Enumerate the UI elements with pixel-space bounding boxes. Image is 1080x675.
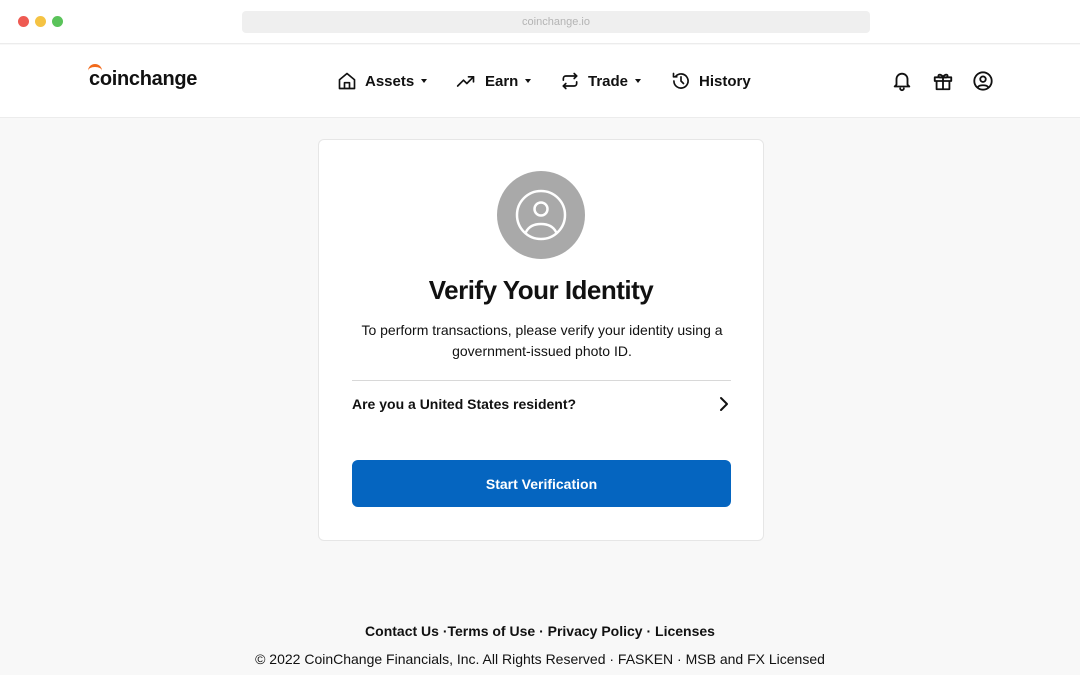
us-resident-row[interactable]: Are you a United States resident? — [352, 386, 731, 422]
nav-earn-label: Earn — [485, 72, 519, 90]
nav-assets-label: Assets — [365, 72, 415, 90]
nav-trade-label: Trade — [588, 72, 629, 90]
swap-icon — [562, 72, 578, 90]
footer-separator: · — [539, 623, 544, 639]
gift-icon[interactable] — [932, 70, 954, 92]
nav-trade[interactable]: Trade — [560, 69, 642, 93]
footer-link-terms[interactable]: Terms of Use — [448, 623, 536, 639]
history-icon — [672, 72, 689, 89]
window-close-button[interactable] — [18, 16, 29, 27]
window-maximize-button[interactable] — [52, 16, 63, 27]
footer-link-licenses[interactable]: Licenses — [655, 623, 715, 639]
top-navbar: coinchange Assets Earn Trade History — [0, 45, 1080, 118]
us-resident-label: Are you a United States resident? — [352, 396, 577, 412]
footer-links: Contact Us ·Terms of Use · Privacy Polic… — [0, 623, 1080, 639]
chevron-down-icon — [421, 79, 428, 83]
browser-titlebar: coinchange.io — [0, 0, 1080, 44]
page-title: Verify Your Identity — [428, 275, 654, 305]
verify-description: To perform transactions, please verify y… — [361, 322, 723, 359]
footer-link-privacy[interactable]: Privacy Policy — [548, 623, 643, 639]
chevron-right-icon — [720, 397, 728, 411]
chevron-down-icon — [525, 79, 532, 83]
nav-history[interactable]: History — [671, 69, 751, 93]
bell-icon[interactable] — [891, 70, 913, 92]
url-bar[interactable]: coinchange.io — [242, 11, 870, 33]
verify-identity-card: Verify Your Identity To perform transact… — [318, 139, 764, 541]
logo-arc-icon — [88, 64, 102, 72]
trending-up-icon — [456, 76, 475, 87]
start-verification-button[interactable]: Start Verification — [352, 460, 731, 507]
nav-history-label: History — [699, 72, 751, 90]
logo[interactable]: coinchange — [88, 64, 198, 91]
divider — [352, 380, 731, 381]
user-avatar-icon — [497, 171, 585, 259]
window-minimize-button[interactable] — [35, 16, 46, 27]
nav-assets[interactable]: Assets — [337, 69, 428, 93]
user-icon[interactable] — [972, 70, 994, 92]
footer-separator: · — [646, 623, 652, 639]
footer-copyright: © 2022 CoinChange Financials, Inc. All R… — [255, 651, 825, 667]
footer-link-contact[interactable]: Contact Us — [365, 623, 439, 639]
logo-text: coinchange — [89, 68, 198, 90]
home-icon — [338, 72, 356, 90]
nav-earn[interactable]: Earn — [455, 69, 532, 93]
chevron-down-icon — [635, 79, 642, 83]
